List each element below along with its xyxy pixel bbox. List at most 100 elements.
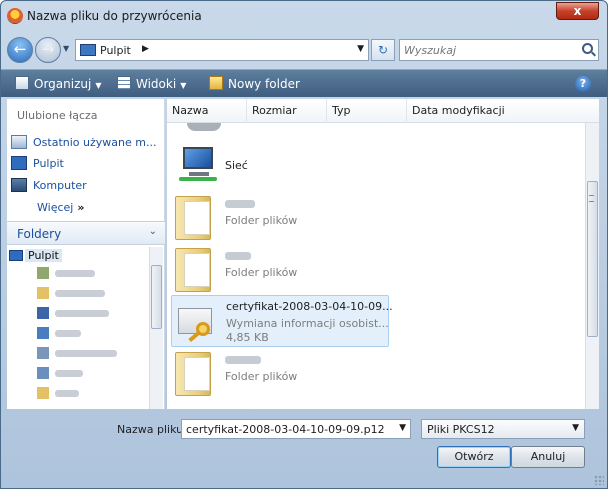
folder-icon (175, 196, 211, 240)
file-dialog-window: Nazwa pliku do przywrócenia x ← → ▼ Pulp… (0, 0, 608, 489)
file-list-scrollbar-thumb[interactable] (587, 181, 598, 337)
new-folder-icon (209, 76, 223, 90)
item-type: Folder plików (225, 370, 298, 383)
back-button[interactable]: ← (7, 37, 33, 63)
folders-toggle[interactable]: Foldery ⌄ (7, 221, 165, 245)
resize-grip-icon[interactable] (594, 475, 604, 485)
desktop-icon (80, 44, 96, 56)
firefox-icon (7, 8, 23, 24)
file-list: Nazwa Rozmiar Typ Data modyfikacji Sieć … (167, 99, 599, 409)
file-list-scrollbar[interactable] (585, 123, 599, 409)
title-bar: Nazwa pliku do przywrócenia x (1, 1, 607, 31)
desktop-icon (9, 250, 23, 261)
favorite-computer[interactable]: Komputer (11, 178, 161, 198)
favorite-recent-places[interactable]: Ostatnio używane m... (11, 135, 161, 155)
folder-icon (175, 248, 211, 292)
help-button[interactable]: ? (575, 76, 591, 92)
tree-scrollbar-thumb[interactable] (151, 265, 162, 329)
certificate-key-icon (178, 300, 216, 343)
chevron-down-icon: ⌄ (148, 226, 157, 237)
tree-item[interactable] (37, 367, 137, 381)
breadcrumb-arrow-icon[interactable]: ▶ (142, 44, 149, 54)
tree-item[interactable] (37, 267, 137, 281)
cancel-button[interactable]: Anuluj (511, 446, 585, 468)
item-size: 4,85 KB (226, 331, 269, 344)
blurred-label (55, 370, 83, 377)
toolbar: Organizuj ▼ Widoki ▼ Nowy folder ? (1, 69, 607, 97)
user-icon (37, 267, 49, 279)
search-input[interactable] (404, 42, 574, 58)
favorite-label: Komputer (33, 179, 87, 192)
folders-label: Foldery (17, 227, 62, 241)
column-header-date[interactable]: Data modyfikacji (407, 99, 567, 123)
list-item-folder[interactable]: Folder plików (171, 193, 385, 243)
more-favorites-link[interactable]: Więcej» (37, 201, 84, 214)
folder-icon (37, 287, 49, 299)
list-item-folder[interactable]: Folder plików (171, 245, 385, 295)
list-item-certificate-selected[interactable]: certyfikat-2008-03-04-10-09... Wymiana i… (171, 295, 393, 347)
blurred-label (55, 350, 117, 357)
favorite-desktop[interactable]: Pulpit (11, 156, 161, 176)
close-button[interactable]: x (556, 2, 599, 20)
address-dropdown-icon[interactable]: ▼ (357, 44, 364, 54)
chevron-down-icon[interactable]: ▼ (399, 423, 406, 433)
tree-item[interactable] (37, 287, 137, 301)
file-type-value: Pliki PKCS12 (427, 423, 495, 436)
more-label: Więcej (37, 201, 74, 214)
column-header-name[interactable]: Nazwa (167, 99, 247, 123)
column-header-size[interactable]: Rozmiar (247, 99, 327, 123)
desktop-icon (11, 156, 27, 170)
list-item-folder[interactable]: Folder plików (171, 349, 385, 399)
search-box[interactable] (399, 39, 599, 61)
blurred-label (55, 310, 109, 317)
computer-icon (37, 307, 49, 319)
blurred-name (225, 200, 255, 208)
network-icon (37, 327, 49, 339)
folder-tree: Pulpit (7, 247, 149, 409)
double-chevron-icon: » (77, 201, 85, 214)
list-item-partial[interactable] (171, 123, 385, 135)
control-panel-icon (37, 347, 49, 359)
list-item-network[interactable]: Sieć (171, 141, 385, 191)
organize-icon (15, 76, 29, 90)
folder-icon (175, 352, 211, 396)
filename-combobox[interactable]: ▼ (181, 419, 411, 439)
blurred-label (55, 290, 105, 297)
blurred-label (55, 270, 95, 277)
address-bar[interactable]: Pulpit ▶ ▼ (75, 39, 369, 61)
chevron-down-icon: ▼ (95, 81, 102, 90)
tree-item[interactable] (37, 347, 137, 361)
refresh-button[interactable]: ↻ (371, 39, 395, 61)
tree-item[interactable] (37, 387, 137, 401)
filename-input[interactable] (186, 422, 386, 436)
tree-item-desktop[interactable]: Pulpit (25, 249, 62, 262)
favorite-label: Ostatnio używane m... (33, 136, 157, 149)
item-name: Sieć (225, 159, 248, 172)
blurred-name (225, 356, 261, 364)
search-icon[interactable] (582, 43, 593, 54)
scrollbar-grip-icon (589, 195, 594, 202)
tree-item[interactable] (37, 327, 137, 341)
views-button[interactable]: Widoki ▼ (117, 76, 186, 91)
file-type-select[interactable]: Pliki PKCS12 ▼ (421, 419, 585, 439)
tree-item[interactable] (37, 307, 137, 321)
column-header-type[interactable]: Typ (327, 99, 407, 123)
new-folder-button[interactable]: Nowy folder (209, 76, 300, 91)
folder-icon (37, 387, 49, 399)
item-type: Folder plików (225, 214, 298, 227)
window-title: Nazwa pliku do przywrócenia (27, 9, 202, 23)
filename-label: Nazwa pliku: (117, 423, 187, 436)
blurred-label (55, 330, 81, 337)
address-row: ← → ▼ Pulpit ▶ ▼ ↻ (1, 33, 607, 67)
open-button[interactable]: Otwórz (437, 446, 511, 468)
organize-label: Organizuj (34, 77, 92, 91)
history-dropdown-button[interactable]: ▼ (63, 44, 69, 53)
item-type: Wymiana informacji osobist... (226, 317, 389, 330)
forward-button[interactable]: → (35, 37, 61, 63)
tree-scrollbar[interactable] (149, 247, 163, 409)
organize-button[interactable]: Organizuj ▼ (15, 76, 101, 91)
views-icon (117, 76, 131, 90)
address-location[interactable]: Pulpit (100, 44, 131, 57)
chevron-down-icon: ▼ (572, 423, 579, 433)
blurred-name (225, 252, 251, 260)
